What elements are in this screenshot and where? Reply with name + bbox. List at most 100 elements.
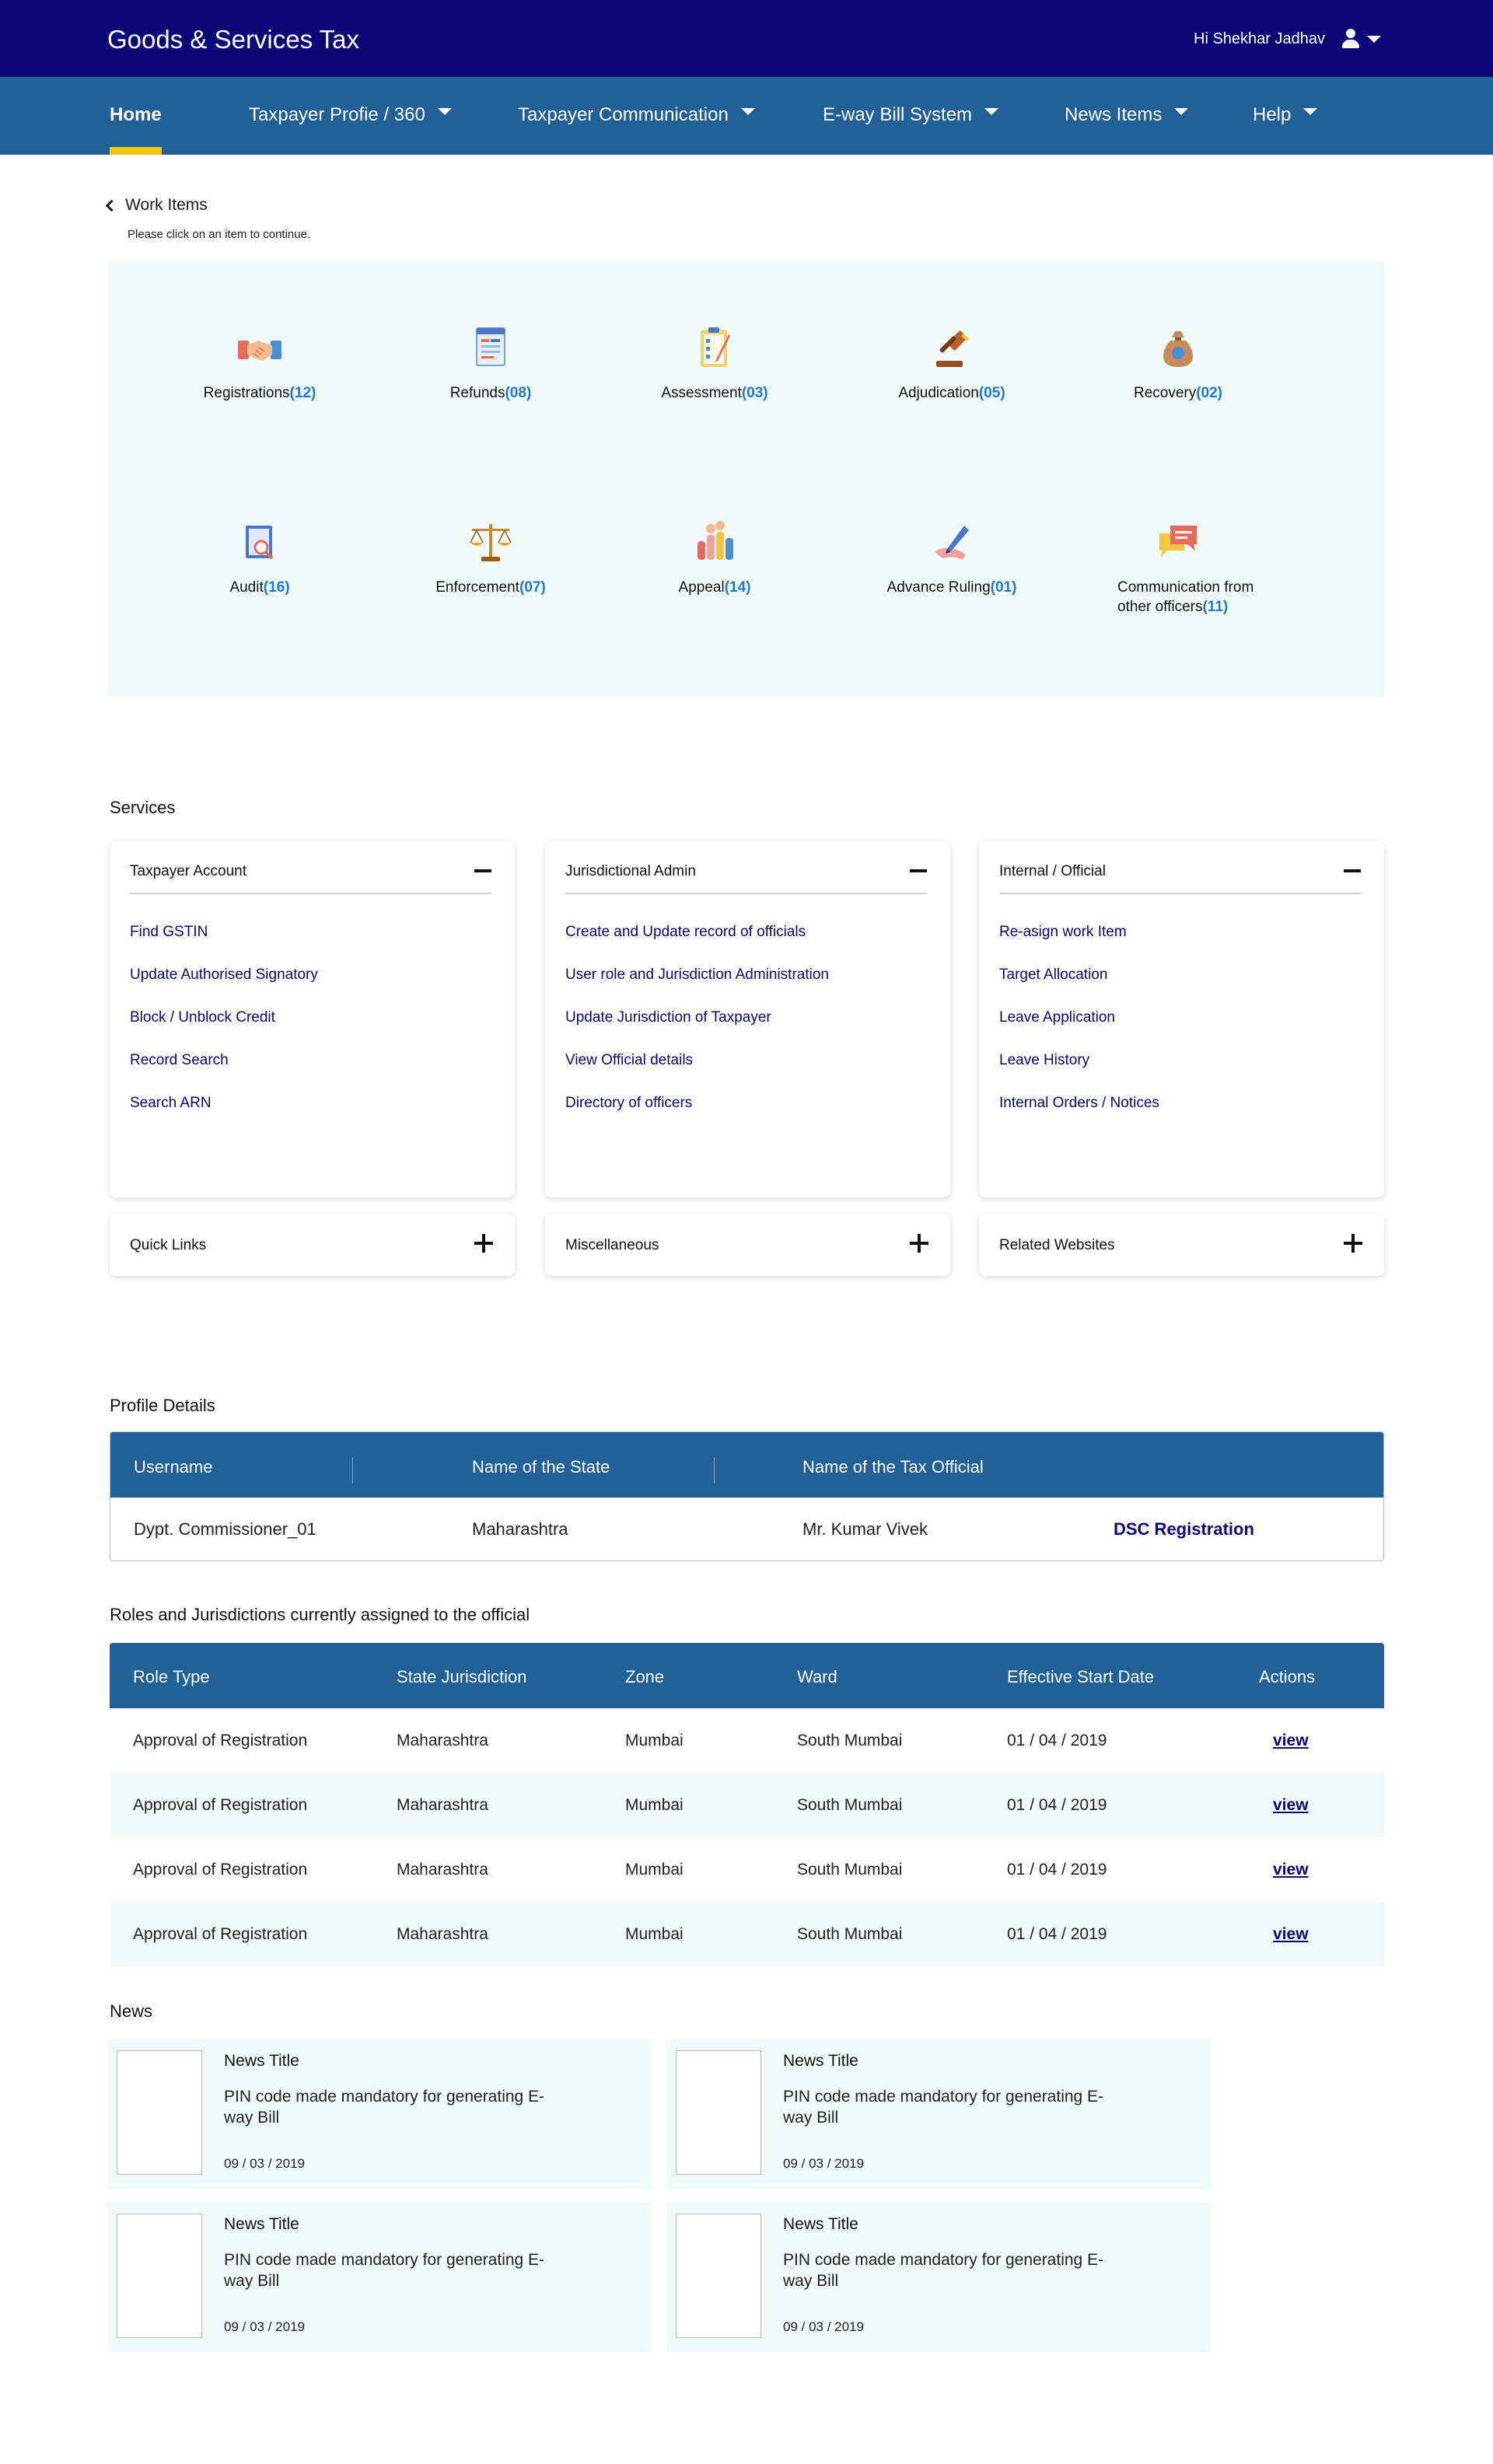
nav-taxpayer-profile[interactable]: Taxpayer Profie / 360 bbox=[249, 104, 452, 126]
link-internal-orders[interactable]: Internal Orders / Notices bbox=[999, 1095, 1159, 1138]
state-value: Maharashtra bbox=[472, 1519, 568, 1539]
gavel-icon bbox=[936, 330, 969, 367]
chevron-down-icon bbox=[1174, 107, 1189, 115]
chevron-down-icon bbox=[437, 107, 452, 115]
work-item-refunds[interactable]: Refunds(08) bbox=[390, 323, 592, 403]
work-item-enforcement[interactable]: Enforcement(07) bbox=[390, 518, 592, 597]
work-items-back[interactable]: Work Items bbox=[105, 196, 208, 215]
nav-home[interactable]: Home bbox=[110, 104, 162, 126]
column-header: Role Type bbox=[133, 1667, 210, 1686]
collapse-icon[interactable] bbox=[474, 869, 491, 872]
view-link[interactable]: view bbox=[1273, 1861, 1309, 1879]
work-item-label: Assessment bbox=[661, 385, 742, 401]
zone-cell: Mumbai bbox=[625, 1732, 684, 1749]
work-items-title: Work Items bbox=[125, 196, 208, 214]
column-divider bbox=[714, 1457, 715, 1484]
work-item-label: Enforcement bbox=[435, 579, 519, 596]
table-row: Approval of Registration Maharashtra Mum… bbox=[110, 1773, 1384, 1837]
audit-magnifier-icon bbox=[246, 526, 274, 560]
expand-icon[interactable] bbox=[910, 1234, 928, 1253]
link-search-arn[interactable]: Search ARN bbox=[130, 1095, 318, 1138]
miscellaneous-card[interactable]: Miscellaneous bbox=[545, 1214, 950, 1276]
nav-taxpayer-communication[interactable]: Taxpayer Communication bbox=[518, 104, 755, 126]
scales-icon bbox=[470, 524, 512, 561]
role-type-cell: Approval of Registration bbox=[133, 1861, 308, 1879]
raised-hands-icon bbox=[698, 521, 733, 560]
table-row: Approval of Registration Maharashtra Mum… bbox=[110, 1837, 1384, 1902]
collapse-icon[interactable] bbox=[1344, 869, 1361, 872]
work-items-panel: Registrations(12) Refunds(08) Assessment… bbox=[107, 261, 1384, 697]
ward-cell: South Mumbai bbox=[797, 1732, 903, 1749]
view-link[interactable]: view bbox=[1273, 1732, 1309, 1750]
news-item-title: News Title bbox=[224, 2052, 299, 2070]
nav-eway-bill[interactable]: E-way Bill System bbox=[823, 104, 999, 126]
expand-icon[interactable] bbox=[474, 1234, 493, 1253]
column-header: Name of the Tax Official bbox=[802, 1457, 984, 1477]
user-menu[interactable]: Hi Shekhar Jadhav bbox=[1194, 29, 1381, 49]
news-item-title: News Title bbox=[224, 2215, 299, 2233]
link-update-authorised-signatory[interactable]: Update Authorised Signatory bbox=[130, 966, 318, 1009]
refund-document-icon bbox=[476, 327, 505, 366]
service-card-jurisdictional-admin: Jurisdictional Admin Create and Update r… bbox=[545, 841, 950, 1197]
related-websites-card[interactable]: Related Websites bbox=[979, 1214, 1384, 1276]
nav-news-items[interactable]: News Items bbox=[1065, 104, 1189, 126]
collapse-icon[interactable] bbox=[910, 869, 927, 872]
link-update-jurisdiction[interactable]: Update Jurisdiction of Taxpayer bbox=[565, 1009, 829, 1052]
roles-title: Roles and Jurisdictions currently assign… bbox=[110, 1605, 530, 1624]
link-reassign-work-item[interactable]: Re-asign work Item bbox=[999, 924, 1159, 966]
news-item-date: 09 / 03 / 2019 bbox=[783, 2319, 864, 2334]
link-user-role-jurisdiction[interactable]: User role and Jurisdiction Administratio… bbox=[565, 966, 829, 1009]
card-title: Quick Links bbox=[130, 1237, 207, 1253]
card-title: Taxpayer Account bbox=[130, 863, 247, 879]
role-type-cell: Approval of Registration bbox=[133, 1925, 308, 1943]
link-view-official-details[interactable]: View Official details bbox=[565, 1052, 829, 1095]
work-item-audit[interactable]: Audit(16) bbox=[159, 518, 361, 597]
work-item-count: (14) bbox=[724, 579, 751, 596]
news-card[interactable]: News Title PIN code made mandatory for g… bbox=[666, 2203, 1211, 2352]
work-item-adjudication[interactable]: Adjudication(05) bbox=[851, 323, 1053, 403]
news-item-date: 09 / 03 / 2019 bbox=[224, 2319, 305, 2334]
news-card[interactable]: News Title PIN code made mandatory for g… bbox=[666, 2039, 1211, 2189]
pen-writing-icon bbox=[935, 526, 969, 560]
work-item-label: other officers bbox=[1117, 599, 1203, 615]
view-link[interactable]: view bbox=[1273, 1925, 1309, 1944]
column-header: Zone bbox=[625, 1667, 665, 1686]
nav-label: News Items bbox=[1065, 104, 1163, 125]
work-item-recovery[interactable]: Recovery(02) bbox=[1077, 323, 1279, 403]
nav-label: Taxpayer Communication bbox=[518, 104, 729, 125]
link-directory-of-officers[interactable]: Directory of officers bbox=[565, 1095, 829, 1138]
news-card[interactable]: News Title PIN code made mandatory for g… bbox=[107, 2039, 652, 2189]
work-item-registrations[interactable]: Registrations(12) bbox=[159, 323, 361, 403]
official-value: Mr. Kumar Vivek bbox=[802, 1519, 928, 1539]
news-item-title: News Title bbox=[783, 2215, 858, 2233]
work-item-label: Appeal bbox=[678, 579, 725, 596]
nav-help[interactable]: Help bbox=[1253, 104, 1318, 126]
news-item-title: News Title bbox=[783, 2052, 858, 2070]
card-title: Jurisdictional Admin bbox=[565, 863, 696, 879]
news-card[interactable]: News Title PIN code made mandatory for g… bbox=[107, 2203, 652, 2352]
work-item-appeal[interactable]: Appeal(14) bbox=[614, 518, 816, 597]
view-link[interactable]: view bbox=[1273, 1796, 1309, 1815]
quick-links-card[interactable]: Quick Links bbox=[110, 1214, 515, 1276]
chevron-down-icon bbox=[984, 107, 999, 115]
dsc-registration-link[interactable]: DSC Registration bbox=[1114, 1519, 1254, 1540]
work-item-assessment[interactable]: Assessment(03) bbox=[614, 323, 816, 403]
work-item-advance-ruling[interactable]: Advance Ruling(01) bbox=[851, 518, 1053, 597]
link-record-search[interactable]: Record Search bbox=[130, 1052, 318, 1095]
link-create-update-officials[interactable]: Create and Update record of officials bbox=[565, 924, 829, 966]
card-links: Re-asign work Item Target Allocation Lea… bbox=[999, 924, 1159, 1138]
link-find-gstin[interactable]: Find GSTIN bbox=[130, 924, 318, 966]
work-item-communication[interactable]: Communication from other officers(11) bbox=[1077, 518, 1279, 617]
expand-icon[interactable] bbox=[1344, 1234, 1362, 1253]
link-block-unblock-credit[interactable]: Block / Unblock Credit bbox=[130, 1009, 318, 1052]
link-leave-application[interactable]: Leave Application bbox=[999, 1009, 1159, 1052]
news-thumbnail bbox=[117, 2050, 202, 2175]
column-header: Actions bbox=[1259, 1667, 1316, 1686]
user-icon bbox=[1341, 29, 1359, 49]
link-target-allocation[interactable]: Target Allocation bbox=[999, 966, 1159, 1009]
work-item-label: Adjudication bbox=[898, 385, 979, 401]
role-type-cell: Approval of Registration bbox=[133, 1796, 308, 1814]
work-item-label: Refunds bbox=[449, 385, 505, 401]
chevron-down-icon bbox=[1303, 107, 1318, 115]
link-leave-history[interactable]: Leave History bbox=[999, 1052, 1159, 1095]
